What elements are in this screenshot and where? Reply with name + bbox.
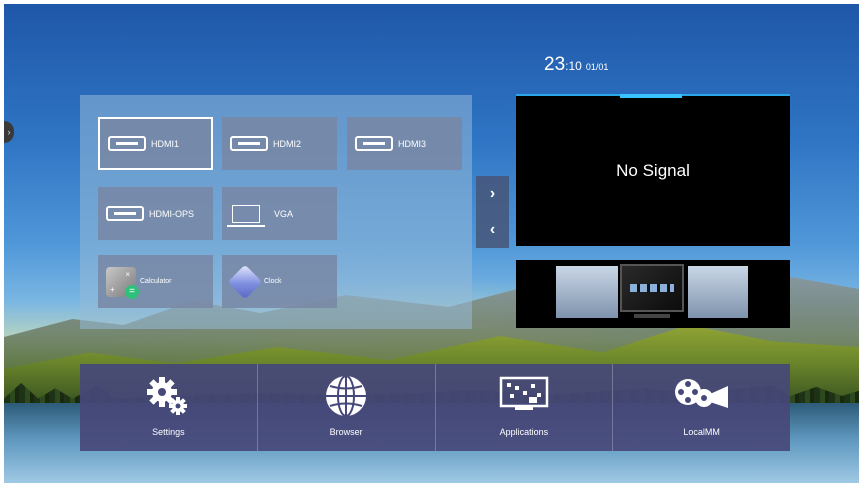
hdmi-port-icon [230, 136, 268, 151]
dock-item-browser[interactable]: Browser [258, 364, 436, 451]
clock-icon [227, 264, 263, 299]
clock-hours: 23 [544, 54, 566, 75]
hdmi-port-icon [355, 136, 393, 151]
film-reel-icon [674, 379, 728, 408]
source-label: HDMI1 [151, 138, 180, 149]
dock-label: Browser [329, 427, 363, 437]
tv-stand [634, 314, 670, 318]
side-drawer-handle[interactable]: › [4, 121, 14, 143]
source-tile-hdmi3[interactable]: HDMI3 [347, 117, 462, 170]
source-preview-window[interactable]: No Signal [516, 94, 790, 246]
app-label: Clock [264, 278, 282, 285]
carousel-card [728, 266, 748, 318]
dock-item-localmm[interactable]: LocalMM [613, 364, 790, 451]
source-tile-hdmi1[interactable]: HDMI1 [98, 117, 213, 170]
carousel-card [598, 266, 618, 318]
source-label: HDMI-OPS [149, 208, 194, 219]
carousel-card [556, 266, 578, 318]
calculator-icon: × + = [106, 266, 139, 299]
app-carousel-thumbnail[interactable] [516, 260, 790, 328]
app-tile-clock[interactable]: Clock [222, 255, 337, 308]
source-tile-vga[interactable]: VGA [222, 187, 337, 240]
source-label: HDMI2 [273, 138, 302, 149]
tv-icon [620, 264, 684, 312]
app-tile-calculator[interactable]: × + = Calculator [98, 255, 213, 308]
source-label: HDMI3 [398, 138, 427, 149]
globe-icon [326, 375, 367, 417]
clock-readout: 23:10 01/01 [544, 54, 608, 76]
gears-icon [147, 377, 188, 415]
chevron-left-icon: ‹ [489, 221, 496, 238]
no-signal-message: No Signal [616, 161, 690, 180]
source-tile-hdmi-ops[interactable]: HDMI-OPS [98, 187, 213, 240]
app-label: Calculator [140, 278, 172, 285]
next-page-button[interactable]: › [476, 176, 509, 212]
dock-item-settings[interactable]: Settings [80, 364, 258, 451]
preview-indicator [620, 94, 682, 98]
applications-icon [499, 376, 549, 410]
dock-label: Settings [152, 427, 185, 437]
carousel-card [688, 266, 706, 318]
home-screen: › 23:10 01/01 HDMI1 HDMI2 HDMI3 HDMI-OPS … [4, 4, 859, 483]
chevron-right-icon: › [489, 185, 496, 202]
dock-label: Applications [499, 427, 549, 437]
dock-item-applications[interactable]: Applications [436, 364, 614, 451]
carousel-card [706, 266, 730, 318]
source-panel: HDMI1 HDMI2 HDMI3 HDMI-OPS VGA × + = Calcu… [80, 95, 472, 329]
previous-page-button[interactable]: ‹ [476, 212, 509, 248]
clock-minutes: :10 [565, 59, 582, 73]
source-tile-hdmi2[interactable]: HDMI2 [222, 117, 337, 170]
hdmi-port-icon [108, 136, 146, 151]
dock-label: LocalMM [683, 427, 720, 437]
vga-monitor-icon [227, 204, 265, 227]
clock-date: 01/01 [585, 62, 609, 72]
bottom-dock: Settings Browser Applications LocalMM [80, 364, 790, 451]
source-label: VGA [274, 208, 294, 219]
hdmi-port-icon [106, 206, 144, 221]
